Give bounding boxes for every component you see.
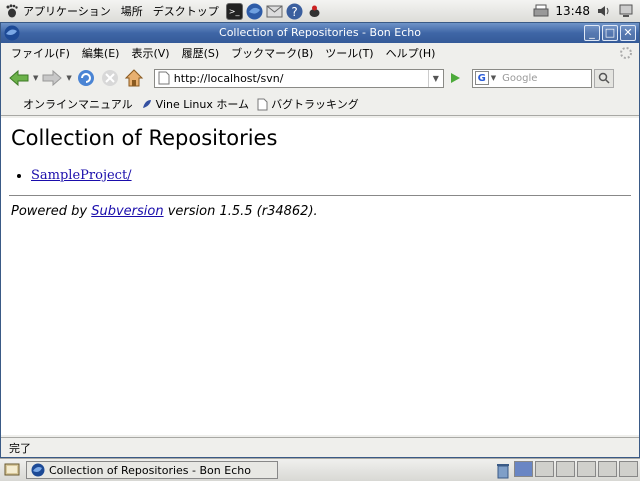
menubar: ファイル(F) 編集(E) 表示(V) 履歴(S) ブックマーク(B) ツール(… — [1, 43, 639, 63]
forward-button[interactable] — [40, 66, 64, 90]
bookmark-bug-tracking[interactable]: バグトラッキング — [257, 96, 359, 112]
page-content: Collection of Repositories SampleProject… — [1, 118, 639, 435]
workspace-1[interactable] — [514, 461, 533, 477]
back-arrow-icon — [9, 69, 29, 87]
status-bar: 完了 — [1, 437, 639, 457]
show-desktop-icon[interactable] — [4, 463, 20, 477]
home-icon — [124, 69, 143, 87]
google-engine-icon[interactable]: G — [474, 71, 489, 85]
navigation-toolbar: ▼ ▼ http://localhost/svn/ ▼ G ▼ Google — [1, 63, 639, 93]
url-bar[interactable]: http://localhost/svn/ ▼ — [153, 68, 444, 88]
status-text: 完了 — [9, 441, 31, 455]
gnome-foot-icon — [6, 4, 18, 18]
subversion-link[interactable]: Subversion — [91, 204, 163, 219]
browser-launcher-icon[interactable] — [246, 3, 263, 20]
repository-link[interactable]: SampleProject/ — [31, 168, 132, 183]
forward-history-dropdown[interactable]: ▼ — [66, 74, 71, 82]
menu-tools[interactable]: ツール(T) — [319, 45, 379, 61]
stop-icon — [101, 70, 118, 86]
search-engine-dropdown[interactable]: ▼ — [491, 74, 496, 82]
bottom-panel: Collection of Repositories - Bon Echo — [0, 458, 640, 481]
page-icon — [257, 98, 268, 110]
menu-view[interactable]: 表示(V) — [125, 45, 175, 61]
forward-arrow-icon — [42, 69, 63, 87]
powered-by-footer: Powered by Subversion version 1.5.5 (r34… — [11, 204, 318, 219]
list-item: SampleProject/ — [31, 168, 132, 183]
terminal-launcher-icon[interactable]: >_ — [225, 2, 243, 20]
home-button[interactable] — [122, 66, 146, 90]
volume-icon[interactable] — [596, 4, 612, 18]
minimize-button[interactable]: _ — [584, 25, 600, 41]
back-button[interactable] — [7, 66, 31, 90]
window-title: Collection of Repositories - Bon Echo — [219, 26, 421, 39]
repository-list: SampleProject/ — [15, 168, 132, 183]
bookmarks-toolbar: オンラインマニュアル Vine Linux ホーム バグトラッキング — [1, 93, 639, 116]
workspace-4[interactable] — [577, 461, 596, 477]
taskbar-window-title: Collection of Repositories - Bon Echo — [49, 463, 251, 477]
places-menu[interactable]: 場所 — [116, 0, 148, 22]
clock[interactable]: 13:48 — [555, 4, 590, 18]
top-panel: アプリケーション 場所 デスクトップ >_ ? 13:48 — [0, 0, 640, 23]
back-history-dropdown[interactable]: ▼ — [33, 74, 38, 82]
network-icon[interactable] — [618, 3, 634, 19]
url-history-dropdown[interactable]: ▼ — [427, 69, 443, 87]
search-placeholder: Google — [502, 72, 538, 84]
printer-icon[interactable] — [533, 4, 549, 18]
desktop-menu[interactable]: デスクトップ — [148, 0, 224, 22]
page-icon — [158, 71, 170, 85]
workspace-6[interactable] — [619, 461, 638, 477]
menu-edit[interactable]: 編集(E) — [76, 45, 126, 61]
menu-bookmarks[interactable]: ブックマーク(B) — [225, 45, 319, 61]
menu-history[interactable]: 履歴(S) — [176, 45, 226, 61]
throbber-icon — [620, 47, 632, 59]
vine-leaf-icon — [142, 100, 151, 108]
go-button[interactable] — [446, 69, 464, 87]
applications-menu[interactable]: アプリケーション — [0, 0, 116, 22]
trash-icon[interactable] — [494, 461, 512, 479]
browser-window: Collection of Repositories - Bon Echo _ … — [0, 22, 640, 458]
menu-help[interactable]: ヘルプ(H) — [380, 45, 442, 61]
svg-text:?: ? — [291, 5, 297, 19]
divider — [9, 195, 631, 196]
workspace-2[interactable] — [535, 461, 554, 477]
menu-file[interactable]: ファイル(F) — [5, 45, 76, 61]
search-button[interactable] — [593, 68, 614, 88]
browser-icon — [31, 463, 45, 477]
reload-icon — [77, 70, 94, 86]
workspace-5[interactable] — [598, 461, 617, 477]
window-titlebar[interactable]: Collection of Repositories - Bon Echo _ … — [1, 23, 639, 43]
close-button[interactable]: ✕ — [620, 25, 636, 41]
go-arrow-icon — [450, 73, 460, 83]
workspace-3[interactable] — [556, 461, 575, 477]
workspace-switcher — [494, 461, 640, 479]
url-text[interactable]: http://localhost/svn/ — [170, 72, 428, 85]
bookmark-online-manual[interactable]: オンラインマニュアル — [23, 96, 133, 112]
taskbar-window-button[interactable]: Collection of Repositories - Bon Echo — [26, 461, 278, 479]
search-box[interactable]: G ▼ Google — [471, 68, 592, 88]
bookmark-vine-linux-home[interactable]: Vine Linux ホーム — [141, 96, 249, 112]
mail-launcher-icon[interactable] — [266, 3, 283, 20]
bug-launcher-icon[interactable] — [306, 3, 323, 20]
magnifier-icon — [598, 72, 610, 84]
page-heading: Collection of Repositories — [11, 126, 278, 150]
help-launcher-icon[interactable]: ? — [286, 3, 303, 20]
maximize-button[interactable]: □ — [602, 25, 618, 41]
stop-button[interactable] — [98, 66, 122, 90]
reload-button[interactable] — [74, 66, 98, 90]
